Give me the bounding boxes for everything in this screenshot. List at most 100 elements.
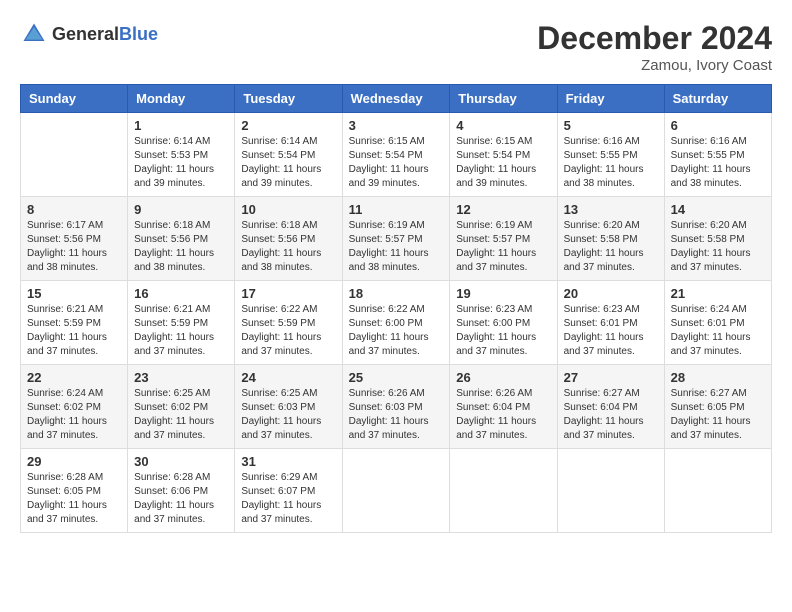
day-info: Sunrise: 6:27 AM Sunset: 6:04 PM Dayligh… [564,387,658,443]
logo: GeneralBlue [20,20,158,48]
day-info: Sunrise: 6:14 AM Sunset: 5:53 PM Dayligh… [134,135,228,191]
logo-icon [20,20,48,48]
table-row: 1 Sunrise: 6:14 AM Sunset: 5:53 PM Dayli… [128,113,235,197]
day-info: Sunrise: 6:23 AM Sunset: 6:00 PM Dayligh… [456,303,550,359]
day-number: 23 [134,370,228,385]
day-number: 16 [134,286,228,301]
day-number: 21 [671,286,765,301]
page-header: GeneralBlue December 2024 Zamou, Ivory C… [20,20,772,74]
day-number: 25 [349,370,444,385]
day-info: Sunrise: 6:20 AM Sunset: 5:58 PM Dayligh… [671,219,765,275]
calendar-week-1: 1 Sunrise: 6:14 AM Sunset: 5:53 PM Dayli… [21,113,772,197]
day-info: Sunrise: 6:23 AM Sunset: 6:01 PM Dayligh… [564,303,658,359]
table-row: 22 Sunrise: 6:24 AM Sunset: 6:02 PM Dayl… [21,365,128,449]
table-row: 20 Sunrise: 6:23 AM Sunset: 6:01 PM Dayl… [557,281,664,365]
calendar-header-row: Sunday Monday Tuesday Wednesday Thursday… [21,85,772,113]
calendar-week-3: 15 Sunrise: 6:21 AM Sunset: 5:59 PM Dayl… [21,281,772,365]
day-info: Sunrise: 6:15 AM Sunset: 5:54 PM Dayligh… [349,135,444,191]
day-info: Sunrise: 6:21 AM Sunset: 5:59 PM Dayligh… [134,303,228,359]
day-info: Sunrise: 6:24 AM Sunset: 6:01 PM Dayligh… [671,303,765,359]
table-row: 14 Sunrise: 6:20 AM Sunset: 5:58 PM Dayl… [664,197,771,281]
day-info: Sunrise: 6:18 AM Sunset: 5:56 PM Dayligh… [134,219,228,275]
location-subtitle: Zamou, Ivory Coast [537,57,772,74]
table-row: 4 Sunrise: 6:15 AM Sunset: 5:54 PM Dayli… [450,113,557,197]
table-row: 17 Sunrise: 6:22 AM Sunset: 5:59 PM Dayl… [235,281,342,365]
logo-text: GeneralBlue [52,24,158,45]
table-row [342,449,450,533]
day-number: 29 [27,454,121,469]
table-row: 6 Sunrise: 6:16 AM Sunset: 5:55 PM Dayli… [664,113,771,197]
table-row: 29 Sunrise: 6:28 AM Sunset: 6:05 PM Dayl… [21,449,128,533]
table-row: 9 Sunrise: 6:18 AM Sunset: 5:56 PM Dayli… [128,197,235,281]
table-row: 25 Sunrise: 6:26 AM Sunset: 6:03 PM Dayl… [342,365,450,449]
table-row [450,449,557,533]
day-number: 13 [564,202,658,217]
day-number: 3 [349,118,444,133]
table-row [557,449,664,533]
day-info: Sunrise: 6:28 AM Sunset: 6:05 PM Dayligh… [27,471,121,527]
table-row: 24 Sunrise: 6:25 AM Sunset: 6:03 PM Dayl… [235,365,342,449]
day-number: 5 [564,118,658,133]
table-row: 8 Sunrise: 6:17 AM Sunset: 5:56 PM Dayli… [21,197,128,281]
col-wednesday: Wednesday [342,85,450,113]
table-row: 19 Sunrise: 6:23 AM Sunset: 6:00 PM Dayl… [450,281,557,365]
day-info: Sunrise: 6:18 AM Sunset: 5:56 PM Dayligh… [241,219,335,275]
title-block: December 2024 Zamou, Ivory Coast [537,20,772,74]
calendar-week-5: 29 Sunrise: 6:28 AM Sunset: 6:05 PM Dayl… [21,449,772,533]
day-number: 27 [564,370,658,385]
day-number: 17 [241,286,335,301]
calendar-table: Sunday Monday Tuesday Wednesday Thursday… [20,84,772,533]
col-thursday: Thursday [450,85,557,113]
day-number: 12 [456,202,550,217]
day-number: 28 [671,370,765,385]
day-info: Sunrise: 6:28 AM Sunset: 6:06 PM Dayligh… [134,471,228,527]
day-info: Sunrise: 6:29 AM Sunset: 6:07 PM Dayligh… [241,471,335,527]
day-number: 11 [349,202,444,217]
day-number: 22 [27,370,121,385]
day-info: Sunrise: 6:26 AM Sunset: 6:04 PM Dayligh… [456,387,550,443]
day-number: 20 [564,286,658,301]
table-row: 2 Sunrise: 6:14 AM Sunset: 5:54 PM Dayli… [235,113,342,197]
day-number: 30 [134,454,228,469]
day-number: 2 [241,118,335,133]
day-info: Sunrise: 6:27 AM Sunset: 6:05 PM Dayligh… [671,387,765,443]
day-number: 8 [27,202,121,217]
table-row: 31 Sunrise: 6:29 AM Sunset: 6:07 PM Dayl… [235,449,342,533]
calendar-week-4: 22 Sunrise: 6:24 AM Sunset: 6:02 PM Dayl… [21,365,772,449]
table-row [664,449,771,533]
day-number: 6 [671,118,765,133]
day-info: Sunrise: 6:19 AM Sunset: 5:57 PM Dayligh… [349,219,444,275]
col-tuesday: Tuesday [235,85,342,113]
table-row [21,113,128,197]
day-number: 14 [671,202,765,217]
day-number: 19 [456,286,550,301]
day-number: 18 [349,286,444,301]
table-row: 3 Sunrise: 6:15 AM Sunset: 5:54 PM Dayli… [342,113,450,197]
day-info: Sunrise: 6:16 AM Sunset: 5:55 PM Dayligh… [564,135,658,191]
day-number: 24 [241,370,335,385]
table-row: 18 Sunrise: 6:22 AM Sunset: 6:00 PM Dayl… [342,281,450,365]
table-row: 23 Sunrise: 6:25 AM Sunset: 6:02 PM Dayl… [128,365,235,449]
day-number: 15 [27,286,121,301]
day-number: 31 [241,454,335,469]
day-info: Sunrise: 6:21 AM Sunset: 5:59 PM Dayligh… [27,303,121,359]
col-saturday: Saturday [664,85,771,113]
col-monday: Monday [128,85,235,113]
day-info: Sunrise: 6:26 AM Sunset: 6:03 PM Dayligh… [349,387,444,443]
month-year-title: December 2024 [537,20,772,57]
table-row: 11 Sunrise: 6:19 AM Sunset: 5:57 PM Dayl… [342,197,450,281]
day-number: 1 [134,118,228,133]
day-info: Sunrise: 6:20 AM Sunset: 5:58 PM Dayligh… [564,219,658,275]
day-info: Sunrise: 6:25 AM Sunset: 6:02 PM Dayligh… [134,387,228,443]
day-info: Sunrise: 6:22 AM Sunset: 6:00 PM Dayligh… [349,303,444,359]
table-row: 21 Sunrise: 6:24 AM Sunset: 6:01 PM Dayl… [664,281,771,365]
day-info: Sunrise: 6:17 AM Sunset: 5:56 PM Dayligh… [27,219,121,275]
day-number: 9 [134,202,228,217]
table-row: 16 Sunrise: 6:21 AM Sunset: 5:59 PM Dayl… [128,281,235,365]
table-row: 10 Sunrise: 6:18 AM Sunset: 5:56 PM Dayl… [235,197,342,281]
table-row: 15 Sunrise: 6:21 AM Sunset: 5:59 PM Dayl… [21,281,128,365]
day-info: Sunrise: 6:22 AM Sunset: 5:59 PM Dayligh… [241,303,335,359]
table-row: 30 Sunrise: 6:28 AM Sunset: 6:06 PM Dayl… [128,449,235,533]
day-number: 4 [456,118,550,133]
calendar-week-2: 8 Sunrise: 6:17 AM Sunset: 5:56 PM Dayli… [21,197,772,281]
